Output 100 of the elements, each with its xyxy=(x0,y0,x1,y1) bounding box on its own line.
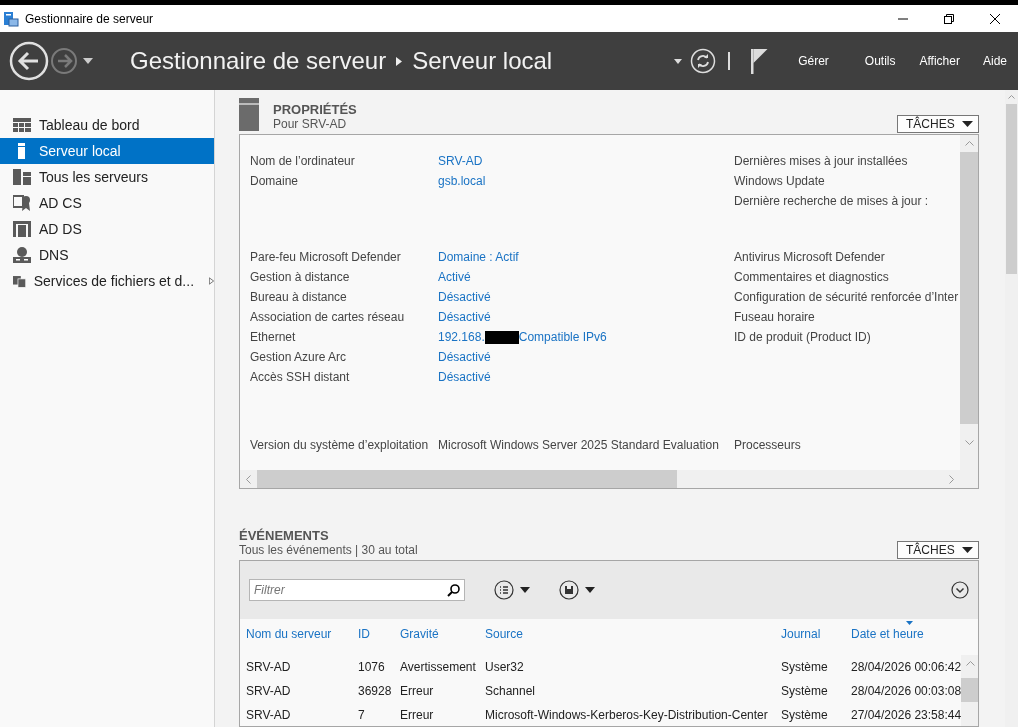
property-link[interactable]: Domaine : Actif xyxy=(438,247,519,267)
property-label: ID de produit (Product ID) xyxy=(734,329,872,346)
sidebar-item[interactable]: AD CS xyxy=(0,190,214,216)
refresh-button[interactable] xyxy=(690,48,717,74)
back-button[interactable] xyxy=(9,41,49,81)
table-cell-text: User32 xyxy=(485,659,525,676)
sidebar-item[interactable]: Tous les serveurs xyxy=(0,164,214,190)
table-cell-text: SRV-AD xyxy=(246,683,292,700)
forward-button[interactable] xyxy=(50,47,78,75)
column-header[interactable]: Journal xyxy=(781,619,851,649)
breadcrumb-text: Serveur local xyxy=(412,47,553,75)
scroll-down-icon[interactable] xyxy=(964,440,974,445)
scroll-up-icon[interactable] xyxy=(964,141,974,146)
property-label: Domaine xyxy=(250,173,300,190)
table-cell-text: Erreur xyxy=(400,683,435,700)
sidebar-item[interactable]: AD DS xyxy=(0,216,214,242)
table-cell-text: Avertissement xyxy=(400,659,477,676)
certificate-icon xyxy=(13,194,31,212)
caret-icon xyxy=(520,587,530,593)
table-cell-text: 1076 xyxy=(358,659,386,676)
section-subtitle: Pour SRV-AD xyxy=(273,117,348,131)
expand-arrow-icon[interactable] xyxy=(209,276,214,286)
property-label: Fuseau horaire xyxy=(734,309,816,326)
scroll-thumb[interactable] xyxy=(257,470,677,488)
property-link[interactable]: Compatible IPv6 xyxy=(518,327,607,347)
table-cell-text: Microsoft-Windows-Kerberos-Key-Distribution-Center xyxy=(485,707,769,724)
property-label: Bureau à distance xyxy=(250,289,348,306)
dropdown-caret-icon[interactable] xyxy=(83,58,93,64)
menu-button[interactable]: Gérer xyxy=(798,54,829,68)
sidebar-item[interactable]: DNS xyxy=(0,242,214,268)
expand-button[interactable] xyxy=(951,581,969,599)
section-title: PROPRIÉTÉS xyxy=(273,102,357,117)
table-cell-text: Système xyxy=(781,683,829,700)
list-view-button[interactable] xyxy=(494,580,530,600)
menu-button[interactable]: Outils xyxy=(864,54,896,68)
scroll-thumb[interactable] xyxy=(961,678,978,702)
tasks-button[interactable]: TÂCHES xyxy=(897,115,979,133)
table-cell-text: SRV-AD xyxy=(246,707,292,724)
scroll-up-icon[interactable] xyxy=(965,661,975,666)
search-icon xyxy=(447,584,460,597)
property-link[interactable]: gsb.local xyxy=(438,171,486,191)
window-title: Gestionnaire de serveur xyxy=(25,11,154,26)
column-header[interactable]: Date et heure xyxy=(851,619,962,649)
property-label: Accès SSH distant xyxy=(250,369,351,386)
property-link[interactable]: SRV-AD xyxy=(438,151,483,171)
tasks-button[interactable]: TÂCHES xyxy=(897,541,979,559)
property-label: Configuration de sécurité renforcée d’Inter xyxy=(734,289,960,306)
scroll-left-icon[interactable] xyxy=(246,474,251,484)
filter-field[interactable]: Filtrer xyxy=(249,579,465,601)
property-link[interactable]: Désactivé xyxy=(438,307,491,327)
property-value: Microsoft Windows Server 2025 Standard Evaluation xyxy=(438,437,719,454)
property-link[interactable]: Désactivé xyxy=(438,347,491,367)
disk-icon xyxy=(559,580,579,600)
flag-button[interactable] xyxy=(750,48,769,74)
sort-arrow-icon xyxy=(906,621,914,625)
sidebar-item[interactable]: Services de fichiers et d... xyxy=(0,268,214,294)
table-cell-text: Schannel xyxy=(485,683,537,700)
save-button[interactable] xyxy=(559,580,595,600)
property-link[interactable]: 192.168. xyxy=(438,327,485,347)
breadcrumb-text[interactable]: Gestionnaire de serveur xyxy=(130,47,387,75)
sidebar-item[interactable]: Tableau de bord xyxy=(0,112,214,138)
scroll-right-icon[interactable] xyxy=(949,474,954,484)
sidebar-item[interactable]: Serveur local xyxy=(0,138,214,164)
property-link[interactable]: Désactivé xyxy=(438,367,491,387)
column-header[interactable]: Nom du serveur xyxy=(246,619,358,649)
dashboard-icon xyxy=(13,116,31,134)
dropdown-caret-icon[interactable] xyxy=(674,58,683,64)
scroll-up-icon[interactable] xyxy=(1008,95,1015,99)
server-icon xyxy=(239,98,259,131)
restore-icon xyxy=(944,13,954,24)
table-cell-text: Erreur xyxy=(400,707,435,724)
column-header[interactable]: Gravité xyxy=(400,619,485,649)
table-cell-text: 36928 xyxy=(358,683,393,700)
menu-button[interactable]: Aide xyxy=(982,54,1007,68)
column-header[interactable]: ID xyxy=(358,619,400,649)
property-label: Antivirus Microsoft Defender xyxy=(734,249,886,266)
property-label: Commentaires et diagnostics xyxy=(734,269,890,286)
table-cell-text: 28/04/2026 00:06:42 xyxy=(851,659,962,676)
scroll-thumb[interactable] xyxy=(960,152,978,424)
table-cell-text: Système xyxy=(781,707,829,724)
property-label: Processeurs xyxy=(734,437,802,454)
table-cell-text: SRV-AD xyxy=(246,659,292,676)
caret-icon xyxy=(962,547,973,553)
property-label: Windows Update xyxy=(734,173,826,190)
scroll-thumb[interactable] xyxy=(1006,104,1017,274)
property-label: Dernières mises à jour installées xyxy=(734,153,909,170)
list-icon xyxy=(494,580,514,600)
property-label: Nom de l’ordinateur xyxy=(250,153,356,170)
menu-button[interactable]: Afficher xyxy=(919,54,960,68)
directory-icon xyxy=(13,220,31,238)
property-label: Version du système d’exploitation xyxy=(250,437,430,454)
property-link[interactable]: Activé xyxy=(438,267,471,287)
table-cell-text: Système xyxy=(781,659,829,676)
property-link[interactable]: Désactivé xyxy=(438,287,491,307)
column-header[interactable]: Source xyxy=(485,619,781,649)
section-title: ÉVÉNEMENTS xyxy=(239,528,330,543)
chevron-down-icon xyxy=(951,581,969,599)
property-label: Ethernet xyxy=(250,329,297,346)
app-icon xyxy=(3,10,19,27)
caret-icon xyxy=(962,121,973,127)
